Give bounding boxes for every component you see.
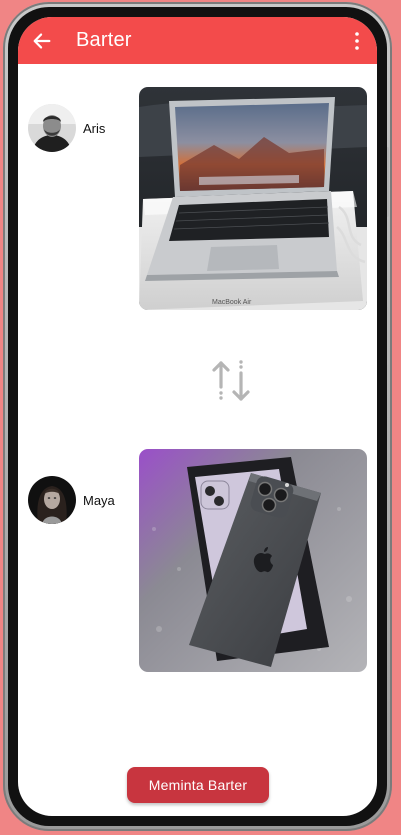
box-caption: MacBook Air	[212, 299, 252, 306]
app-bar: Barter	[18, 17, 377, 64]
avatar	[28, 476, 76, 524]
avatar	[28, 104, 76, 152]
user-name: Aris	[83, 120, 106, 136]
device-frame: Barter Aris MacBook Air Maya Meminta Bar…	[3, 2, 392, 831]
user-name: Maya	[83, 492, 115, 508]
app-screen: Barter Aris MacBook Air Maya Meminta Bar…	[18, 17, 377, 816]
receiving-user: Maya	[28, 476, 115, 524]
swap-vertical-icon	[212, 360, 250, 401]
arrow-left-icon	[33, 33, 51, 49]
smartphone-photo	[139, 449, 367, 672]
back-button[interactable]	[24, 23, 60, 59]
more-vertical-icon	[355, 32, 359, 50]
request-barter-button[interactable]: Meminta Barter	[127, 767, 269, 803]
requested-item-image[interactable]	[139, 449, 367, 672]
device-bezel: Barter Aris MacBook Air Maya Meminta Bar…	[8, 7, 387, 826]
more-options-button[interactable]	[345, 26, 369, 56]
offered-item-image[interactable]: MacBook Air	[139, 87, 367, 310]
offering-user: Aris	[28, 104, 105, 152]
page-title: Barter	[76, 29, 132, 51]
laptop-photo: MacBook Air	[139, 87, 367, 310]
